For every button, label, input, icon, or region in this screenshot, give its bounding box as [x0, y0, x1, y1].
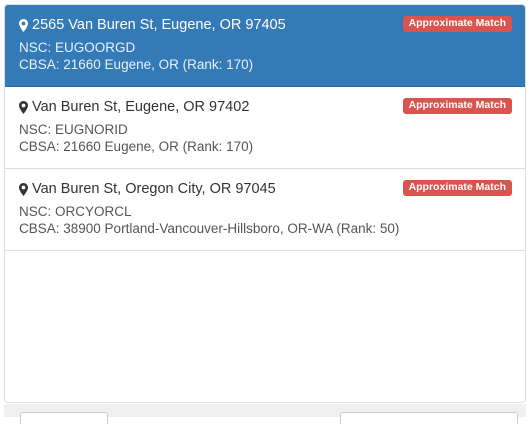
- approximate-match-badge: Approximate Match: [402, 98, 512, 114]
- result-cbsa: CBSA: 21660 Eugene, OR (Rank: 170): [19, 57, 254, 72]
- map-marker-icon: [19, 182, 28, 196]
- result-address: 2565 Van Buren St, Eugene, OR 97405: [32, 17, 286, 33]
- map-marker-icon: [19, 100, 28, 114]
- result-nsc: NSC: EUGNORID: [19, 122, 128, 137]
- result-nsc: NSC: EUGOORGD: [19, 40, 136, 55]
- result-item-3[interactable]: Van Buren St, Oregon City, OR 97045 Appr…: [5, 169, 525, 251]
- result-cbsa: CBSA: 38900 Portland-Vancouver-Hillsboro…: [19, 221, 400, 236]
- result-address: Van Buren St, Eugene, OR 97402: [32, 99, 250, 115]
- map-marker-icon: [19, 18, 28, 32]
- approximate-match-badge: Approximate Match: [402, 180, 512, 196]
- result-cbsa: CBSA: 21660 Eugene, OR (Rank: 170): [19, 139, 254, 154]
- footer-button-right[interactable]: [340, 412, 518, 424]
- result-nsc: NSC: ORCYORCL: [19, 204, 132, 219]
- approximate-match-badge: Approximate Match: [402, 16, 512, 32]
- result-item-1[interactable]: 2565 Van Buren St, Eugene, OR 97405 Appr…: [5, 5, 525, 87]
- result-item-2[interactable]: Van Buren St, Eugene, OR 97402 Approxima…: [5, 87, 525, 169]
- dialog-footer: [4, 404, 526, 424]
- footer-button-left[interactable]: [20, 412, 108, 424]
- result-address: Van Buren St, Oregon City, OR 97045: [32, 181, 276, 197]
- results-list: 2565 Van Buren St, Eugene, OR 97405 Appr…: [4, 4, 526, 403]
